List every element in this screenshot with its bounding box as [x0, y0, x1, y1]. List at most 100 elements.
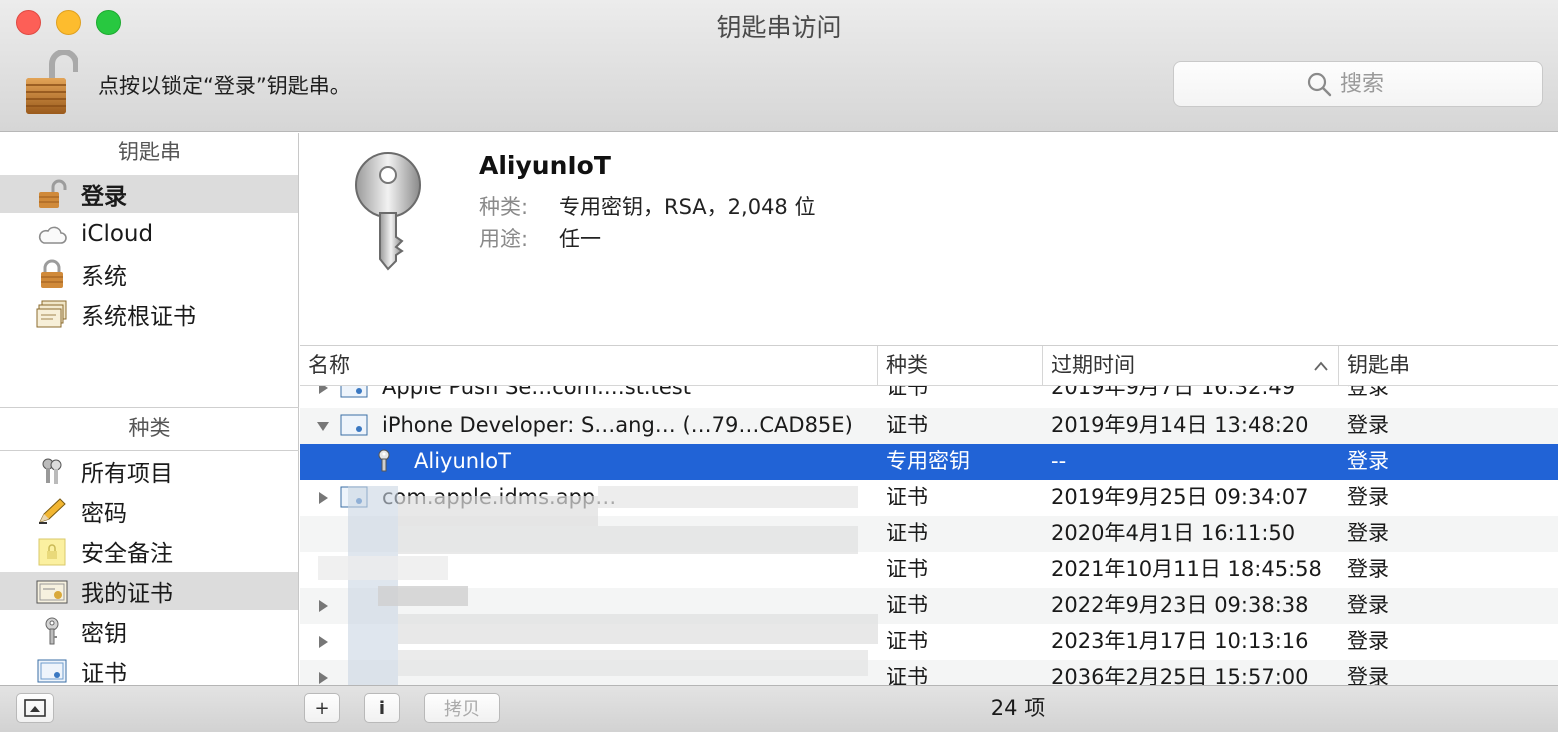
sidebar-item-keys[interactable]: 密钥 — [0, 612, 298, 650]
detail-pane: AliyunIoT 种类: 专用密钥，RSA，2,048 位 用途: 任一 — [300, 133, 1558, 345]
table-row[interactable]: 证书 2023年1月17日 10:13:16 登录 — [300, 624, 1558, 660]
padlock-icon — [35, 258, 69, 290]
sidebar-item-icloud[interactable]: iCloud — [0, 215, 298, 253]
lock-hint-text: 点按以锁定“登录”钥匙串。 — [98, 74, 351, 98]
disclosure-collapsed-icon[interactable] — [316, 386, 330, 395]
row-expires: 2019年9月14日 13:48:20 — [1051, 413, 1309, 437]
row-name — [382, 660, 872, 685]
bottom-bar: + i 拷贝 24 项 — [0, 685, 1558, 732]
row-kind: 证书 — [886, 593, 928, 617]
detail-usage-label: 用途: — [479, 227, 529, 251]
disclosure-collapsed-icon[interactable] — [316, 491, 330, 505]
row-name: Apple Push Se…com.…st.test — [382, 386, 691, 399]
row-keychain: 登录 — [1347, 521, 1389, 545]
row-name: iPhone Developer: S…ang… (…79…CAD85E) — [382, 413, 853, 437]
row-expires: 2021年10月11日 18:45:58 — [1051, 557, 1322, 581]
keychains-header: 钥匙串 — [118, 140, 181, 164]
items-table: Apple Push Se…com.…st.test 证书 2019年9月7日 … — [300, 386, 1558, 685]
unlocked-padlock-icon[interactable] — [22, 49, 79, 116]
row-keychain: 登录 — [1347, 557, 1389, 581]
row-kind: 证书 — [886, 629, 928, 653]
sidebar-item-label: 安全备注 — [81, 541, 173, 567]
all-items-icon — [35, 455, 69, 487]
sidebar-item-all-items[interactable]: 所有项目 — [0, 452, 298, 490]
sidebar-item-system[interactable]: 系统 — [0, 255, 298, 293]
column-header-name[interactable]: 名称 — [300, 346, 878, 386]
sidebar-item-passwords[interactable]: 密码 — [0, 492, 298, 530]
detail-usage-row: 用途: 任一 — [479, 223, 601, 253]
row-name: com.apple.idms.app… — [382, 485, 617, 509]
column-header-keychain[interactable]: 钥匙串 — [1339, 346, 1558, 386]
table-row-selected[interactable]: AliyunIoT 专用密钥 -- 登录 — [300, 444, 1558, 480]
sidebar-item-label: 所有项目 — [81, 461, 173, 487]
row-keychain: 登录 — [1347, 449, 1389, 473]
row-expires: -- — [1051, 449, 1067, 473]
sidebar-item-label: 登录 — [81, 184, 127, 210]
secure-note-icon — [35, 535, 69, 567]
sidebar-item-label: iCloud — [81, 221, 154, 247]
detail-kind-row: 种类: 专用密钥，RSA，2,048 位 — [479, 191, 815, 221]
pencil-icon — [35, 495, 69, 527]
key-icon — [35, 615, 69, 647]
row-name — [382, 552, 872, 588]
table-row[interactable]: com.apple.idms.app… 证书 2019年9月25日 09:34:… — [300, 480, 1558, 516]
row-kind: 证书 — [886, 413, 928, 437]
row-keychain: 登录 — [1347, 593, 1389, 617]
disclosure-collapsed-icon[interactable] — [316, 635, 330, 649]
sidebar-item-secure-notes[interactable]: 安全备注 — [0, 532, 298, 570]
column-header-expires[interactable]: 过期时间 — [1043, 346, 1339, 386]
table-header: 名称 种类 过期时间 钥匙串 — [300, 345, 1558, 386]
sort-ascending-icon — [1314, 361, 1328, 371]
table-row[interactable]: Apple Push Se…com.…st.test 证书 2019年9月7日 … — [300, 386, 1558, 406]
sidebar-item-label: 系统 — [81, 264, 127, 290]
detail-kind-label: 种类: — [479, 195, 529, 219]
column-header-kind[interactable]: 种类 — [878, 346, 1043, 386]
row-expires: 2019年9月25日 09:34:07 — [1051, 485, 1309, 509]
table-row[interactable]: 证书 2021年10月11日 18:45:58 登录 — [300, 552, 1558, 588]
item-count: 24 项 — [990, 696, 1046, 720]
row-kind: 证书 — [886, 485, 928, 509]
search-field[interactable] — [1173, 61, 1543, 107]
certificate-icon — [340, 414, 368, 436]
row-keychain: 登录 — [1347, 629, 1389, 653]
row-name: AliyunIoT — [414, 449, 511, 473]
row-name — [382, 624, 872, 660]
disclosure-expanded-icon[interactable] — [316, 419, 330, 433]
sidebar-item-my-certificates[interactable]: 我的证书 — [0, 572, 298, 610]
cloud-icon — [35, 218, 69, 250]
table-row[interactable]: 证书 2020年4月1日 16:11:50 登录 — [300, 516, 1558, 552]
sidebar-divider — [0, 407, 299, 408]
row-keychain: 登录 — [1347, 665, 1389, 685]
row-name — [382, 588, 872, 624]
window-title: 钥匙串访问 — [716, 13, 842, 42]
table-row[interactable]: iPhone Developer: S…ang… (…79…CAD85E) 证书… — [300, 408, 1558, 444]
table-row[interactable]: 证书 2036年2月25日 15:57:00 登录 — [300, 660, 1558, 685]
detail-usage-value: 任一 — [559, 227, 601, 251]
row-expires: 2022年9月23日 09:38:38 — [1051, 593, 1309, 617]
sidebar: 钥匙串 登录 iCloud 系统 系统根证书 种类 所有项目 密码 安全备注 我… — [0, 133, 299, 687]
row-expires: 2019年9月7日 16:32:49 — [1051, 386, 1296, 399]
disclosure-collapsed-icon[interactable] — [316, 599, 330, 613]
row-expires: 2020年4月1日 16:11:50 — [1051, 521, 1296, 545]
sidebar-item-label: 证书 — [81, 661, 127, 687]
key-icon — [355, 152, 421, 271]
row-expires: 2036年2月25日 15:57:00 — [1051, 665, 1309, 685]
table-row[interactable]: 证书 2022年9月23日 09:38:38 登录 — [300, 588, 1558, 624]
sidebar-item-label: 我的证书 — [81, 581, 173, 607]
search-input[interactable] — [1340, 71, 1410, 97]
row-keychain: 登录 — [1347, 485, 1389, 509]
row-kind: 证书 — [886, 521, 928, 545]
my-certificate-icon — [35, 575, 69, 607]
disclosure-collapsed-icon[interactable] — [316, 671, 330, 685]
sidebar-item-label: 密钥 — [81, 621, 127, 647]
row-kind: 证书 — [886, 386, 928, 399]
key-icon — [378, 449, 390, 472]
search-icon — [1307, 72, 1332, 97]
detail-kind-value: 专用密钥，RSA，2,048 位 — [559, 195, 816, 219]
window-toolbar: 钥匙串访问 点按以锁定“登录”钥匙串。 — [0, 0, 1558, 132]
row-expires: 2023年1月17日 10:13:16 — [1051, 629, 1309, 653]
sidebar-item-login[interactable]: 登录 — [0, 175, 298, 213]
sidebar-item-system-roots[interactable]: 系统根证书 — [0, 295, 298, 333]
sidebar-item-label: 密码 — [81, 501, 127, 527]
certificates-icon — [35, 298, 69, 330]
